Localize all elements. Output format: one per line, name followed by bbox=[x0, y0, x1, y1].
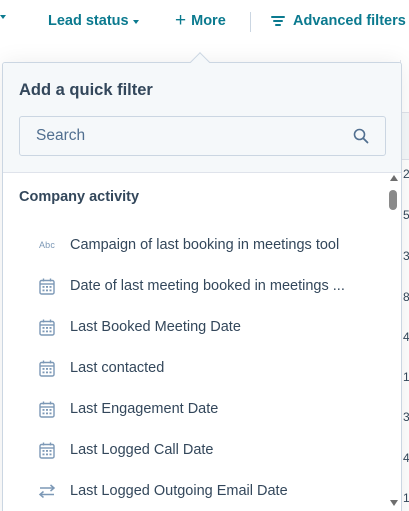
popover-title: Add a quick filter bbox=[19, 81, 153, 99]
background-cell: 10 bbox=[403, 370, 409, 384]
background-cell: 3 bbox=[403, 249, 409, 263]
advanced-filters-label: Advanced filters bbox=[293, 13, 406, 29]
chevron-down-icon bbox=[132, 19, 139, 24]
list-item-label: Last Logged Outgoing Email Date bbox=[70, 483, 288, 499]
search-field[interactable] bbox=[19, 116, 386, 156]
advanced-filters-button[interactable]: Advanced filters bbox=[271, 13, 406, 29]
calendar-icon bbox=[38, 441, 56, 459]
filter-property-list[interactable]: Company activity Abc Campaign of last bo… bbox=[3, 174, 401, 511]
calendar-icon bbox=[38, 359, 56, 377]
quick-filter-popover: Add a quick filter Company activity Abc … bbox=[2, 62, 402, 511]
list-item-last-engagement-date[interactable]: Last Engagement Date bbox=[3, 389, 387, 429]
more-filters-button[interactable]: + More bbox=[175, 10, 226, 31]
background-cell: 8 bbox=[403, 290, 409, 304]
calendar-icon bbox=[38, 277, 56, 295]
scroll-down-arrow-icon[interactable] bbox=[390, 500, 398, 506]
group-label: Company activity bbox=[19, 189, 140, 205]
list-item-label: Last Engagement Date bbox=[70, 401, 219, 417]
plus-icon: + bbox=[175, 10, 187, 31]
scroll-up-arrow-icon[interactable] bbox=[390, 175, 398, 181]
background-cell: 1 bbox=[403, 491, 409, 505]
background-cell: 3 bbox=[403, 410, 409, 424]
list-item-last-logged-outgoing-email-date[interactable]: Last Logged Outgoing Email Date bbox=[3, 471, 387, 511]
background-cell: 4 bbox=[403, 451, 409, 465]
popover-header: Add a quick filter bbox=[3, 63, 401, 173]
background-cell: 2 bbox=[403, 167, 409, 181]
swap-arrows-icon bbox=[38, 482, 56, 500]
background-cell: 5 bbox=[403, 208, 409, 222]
more-label: More bbox=[191, 13, 226, 29]
scrollbar-thumb[interactable] bbox=[389, 190, 397, 210]
list-item-date-of-last-meeting-booked[interactable]: Date of last meeting booked in meetings … bbox=[3, 266, 387, 306]
lead-status-filter-button[interactable]: Lead status bbox=[48, 13, 139, 29]
toolbar-divider bbox=[250, 12, 251, 32]
list-item-label: Last Logged Call Date bbox=[70, 442, 214, 458]
list-item-last-logged-call-date[interactable]: Last Logged Call Date bbox=[3, 430, 387, 470]
truncated-filter-dropdown[interactable] bbox=[0, 14, 6, 19]
page: Lead status + More Advanced filters 2 5 … bbox=[0, 0, 409, 511]
list-item-label: Last contacted bbox=[70, 360, 165, 376]
list-item-campaign-of-last-booking[interactable]: Abc Campaign of last booking in meetings… bbox=[3, 225, 387, 265]
chevron-down-icon bbox=[0, 15, 6, 19]
calendar-icon bbox=[38, 318, 56, 336]
filter-toolbar: Lead status + More Advanced filters bbox=[0, 0, 409, 44]
calendar-icon bbox=[38, 400, 56, 418]
background-cell: 4 bbox=[403, 330, 409, 344]
list-item-last-booked-meeting-date[interactable]: Last Booked Meeting Date bbox=[3, 307, 387, 347]
list-item-label: Campaign of last booking in meetings too… bbox=[70, 237, 340, 253]
list-scrollbar[interactable] bbox=[389, 175, 399, 511]
search-input[interactable] bbox=[20, 117, 340, 155]
list-item-last-contacted[interactable]: Last contacted bbox=[3, 348, 387, 388]
list-item-label: Date of last meeting booked in meetings … bbox=[70, 278, 345, 294]
search-icon[interactable] bbox=[353, 128, 369, 144]
list-item-label: Last Booked Meeting Date bbox=[70, 319, 241, 335]
text-property-icon: Abc bbox=[38, 240, 56, 250]
lead-status-label: Lead status bbox=[48, 13, 129, 29]
filter-icon bbox=[271, 15, 285, 27]
